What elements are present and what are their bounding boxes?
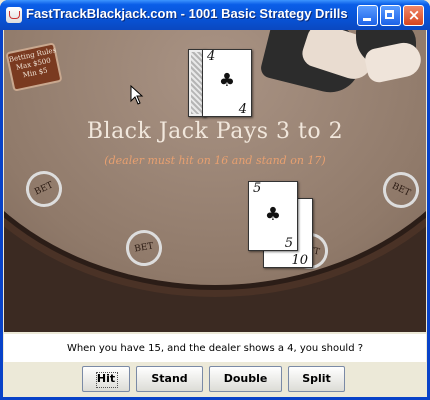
club-suit-icon: ♣ <box>218 70 236 91</box>
title-bar[interactable]: FastTrackBlackjack.com - 1001 Basic Stra… <box>0 0 430 30</box>
dealer-card-rank-bottom: 4 <box>238 102 247 117</box>
close-button[interactable]: × <box>403 5 424 26</box>
maximize-icon <box>385 10 394 19</box>
action-button-bar: Hit Stand Double Split <box>0 362 430 400</box>
close-icon: × <box>407 6 421 24</box>
minimize-button[interactable] <box>357 5 378 26</box>
split-button[interactable]: Split <box>288 366 345 392</box>
window-title: FastTrackBlackjack.com - 1001 Basic Stra… <box>26 6 348 21</box>
payout-headline: Black Jack Pays 3 to 2 <box>86 119 344 144</box>
player-card-1-rank-top: 5 <box>253 181 262 196</box>
hit-button[interactable]: Hit <box>82 366 130 392</box>
dealer-card-rank-top: 4 <box>207 49 216 64</box>
double-button[interactable]: Double <box>209 366 282 392</box>
blackjack-table: Betting Rules Max $500 Min $5 4 ♣ 4 Blac… <box>4 30 426 332</box>
java-cup-icon <box>6 7 22 23</box>
dealer-up-card: 4 ♣ 4 <box>202 49 252 117</box>
player-card-1-rank-bottom: 5 <box>284 236 293 251</box>
player-card-2-rank: 10 <box>291 253 308 268</box>
focus-ring <box>96 372 118 388</box>
maximize-button[interactable] <box>380 5 401 26</box>
minimize-icon <box>363 18 371 21</box>
drill-question: When you have 15, and the dealer shows a… <box>4 334 426 362</box>
mouse-pointer-icon <box>130 85 144 105</box>
player-card-1: 5 ♣ 5 <box>248 181 298 251</box>
stand-button[interactable]: Stand <box>136 366 203 392</box>
club-suit-icon: ♣ <box>264 204 282 225</box>
dealer-rule-subline: (dealer must hit on 16 and stand on 17) <box>104 154 326 167</box>
